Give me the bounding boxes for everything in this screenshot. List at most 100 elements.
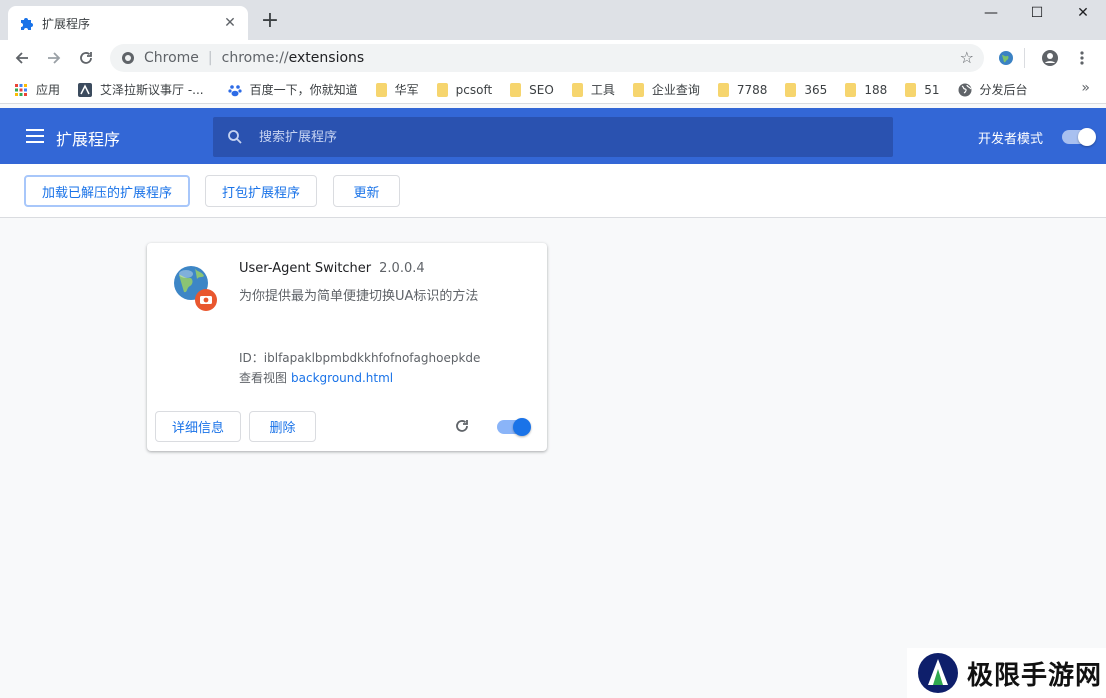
user-agent-switcher-icon: [174, 266, 217, 311]
extension-enable-toggle[interactable]: [497, 418, 531, 436]
reload-button[interactable]: [72, 44, 100, 72]
more-vert-icon: [1080, 51, 1084, 65]
bookmark-label: 188: [864, 82, 888, 97]
bookmark-apps[interactable]: 应用: [14, 81, 60, 98]
puzzle-icon: [18, 15, 34, 31]
bookmarks-bar: 应用 艾泽拉斯议事厅 -... 百度一下，你就知道 华军 pcsoft SEO …: [0, 76, 1106, 104]
minimize-button[interactable]: —: [968, 0, 1014, 26]
bookmark-distribution[interactable]: 分发后台: [958, 81, 1028, 98]
folder-icon: [905, 82, 917, 97]
forward-arrow-icon: [48, 52, 61, 64]
omnibox-path: extensions: [288, 50, 365, 66]
site-watermark: 极限手游网: [907, 648, 1106, 698]
back-arrow-icon: [15, 52, 28, 64]
tab-close-icon[interactable]: ✕: [222, 15, 238, 31]
folder-icon: [717, 82, 729, 97]
extensions-header: 扩展程序 开发者模式: [0, 108, 1106, 164]
new-tab-button[interactable]: +: [258, 10, 282, 34]
tab-strip: 扩展程序 ✕ + — ☐ ✕: [0, 0, 1106, 40]
profile-button[interactable]: [1036, 44, 1064, 72]
folder-icon: [510, 82, 522, 97]
bookmark-folder-7788[interactable]: 7788: [717, 82, 768, 97]
globe-icon: [958, 83, 972, 96]
dev-mode-label: 开发者模式: [978, 132, 1044, 147]
account-icon: [1042, 50, 1058, 66]
update-button[interactable]: 更新: [333, 175, 400, 207]
bookmark-label: 365: [804, 82, 828, 97]
extension-name-row: User-Agent Switcher 2.0.0.4: [239, 261, 425, 276]
bookmark-star-icon[interactable]: ☆: [960, 48, 974, 67]
inspect-views-label: 查看视图: [239, 371, 288, 385]
toggle-knob: [513, 418, 531, 436]
watermark-text: 极限手游网: [967, 660, 1103, 691]
hamburger-menu-icon[interactable]: [26, 129, 44, 143]
pack-extension-button[interactable]: 打包扩展程序: [205, 175, 317, 207]
omnibox-scheme: chrome://: [221, 50, 289, 66]
folder-icon: [375, 82, 387, 97]
forward-button[interactable]: [40, 44, 68, 72]
bookmark-baidu[interactable]: 百度一下，你就知道: [228, 81, 358, 98]
inspect-views: 查看视图 background.html: [239, 369, 393, 386]
omnibox-separator: |: [207, 50, 213, 66]
page-title: 扩展程序: [56, 130, 121, 149]
baidu-paw-icon: [228, 84, 242, 96]
bookmark-folder-pcsoft[interactable]: pcsoft: [436, 82, 493, 97]
bookmark-folder-188[interactable]: 188: [845, 82, 888, 97]
bookmark-label: pcsoft: [455, 82, 493, 97]
search-icon: [228, 130, 242, 144]
extension-globe-button[interactable]: [992, 44, 1020, 72]
reload-icon: [80, 52, 92, 64]
back-button[interactable]: [8, 44, 36, 72]
bookmark-label: 企业查询: [651, 83, 700, 97]
search-box[interactable]: [213, 117, 893, 157]
bookmark-label: 艾泽拉斯议事厅 -...: [100, 83, 204, 97]
address-bar[interactable]: Chrome | chrome:// extensions ☆: [110, 44, 984, 72]
omnibox-site: Chrome: [144, 50, 199, 66]
tab-extensions[interactable]: 扩展程序 ✕: [8, 6, 248, 40]
bookmark-label: 分发后台: [979, 83, 1028, 97]
bookmark-folder-huajun[interactable]: 华军: [375, 81, 419, 98]
bookmarks-overflow-icon[interactable]: »: [1081, 80, 1090, 96]
folder-icon: [785, 82, 797, 97]
browser-toolbar: Chrome | chrome:// extensions ☆: [0, 40, 1106, 76]
bookmark-label: 百度一下，你就知道: [249, 83, 358, 97]
dev-mode-toggle[interactable]: [1062, 128, 1096, 146]
bookmark-azeroth[interactable]: 艾泽拉斯议事厅 -...: [78, 81, 204, 98]
bookmark-folder-company[interactable]: 企业查询: [632, 81, 700, 98]
bookmark-folder-tools[interactable]: 工具: [571, 81, 615, 98]
extension-card: User-Agent Switcher 2.0.0.4 为你提供最为简单便捷切换U…: [147, 243, 547, 451]
chrome-icon: [122, 52, 134, 64]
site-icon: [78, 82, 93, 97]
reload-extension-icon[interactable]: [453, 417, 471, 435]
bookmark-label: 应用: [36, 83, 61, 97]
folder-icon: [632, 82, 644, 97]
menu-button[interactable]: [1068, 44, 1096, 72]
extension-id: ID：iblfapaklbpmbdkkhfofnofaghoepkde: [239, 351, 481, 365]
background-page-link[interactable]: background.html: [291, 371, 393, 385]
bookmark-folder-51[interactable]: 51: [905, 82, 940, 97]
bookmark-label: 7788: [736, 82, 768, 97]
watermark-logo-icon: [918, 653, 958, 693]
folder-icon: [571, 82, 583, 97]
extension-version: 2.0.0.4: [379, 261, 425, 276]
bookmark-folder-seo[interactable]: SEO: [510, 82, 554, 97]
remove-button[interactable]: 删除: [249, 411, 316, 442]
tab-title: 扩展程序: [42, 16, 91, 31]
folder-icon: [845, 82, 857, 97]
details-button[interactable]: 详细信息: [155, 411, 241, 442]
close-window-button[interactable]: ✕: [1060, 0, 1106, 26]
bookmark-label: SEO: [529, 82, 554, 97]
bookmark-label: 工具: [590, 83, 615, 97]
load-unpacked-button[interactable]: 加载已解压的扩展程序: [24, 175, 190, 207]
toggle-knob: [1078, 128, 1096, 146]
apps-grid-icon: [15, 83, 27, 96]
bookmark-folder-365[interactable]: 365: [785, 82, 828, 97]
maximize-button[interactable]: ☐: [1014, 0, 1060, 26]
globe-extension-icon: [999, 51, 1013, 65]
extension-description: 为你提供最为简单便捷切换UA标识的方法: [239, 289, 479, 304]
extension-name: User-Agent Switcher: [239, 261, 372, 276]
developer-action-bar: 加载已解压的扩展程序 打包扩展程序 更新: [0, 164, 1106, 218]
search-input[interactable]: [259, 129, 759, 145]
toolbar-divider: [1024, 48, 1025, 68]
bookmark-label: 华军: [394, 83, 419, 97]
